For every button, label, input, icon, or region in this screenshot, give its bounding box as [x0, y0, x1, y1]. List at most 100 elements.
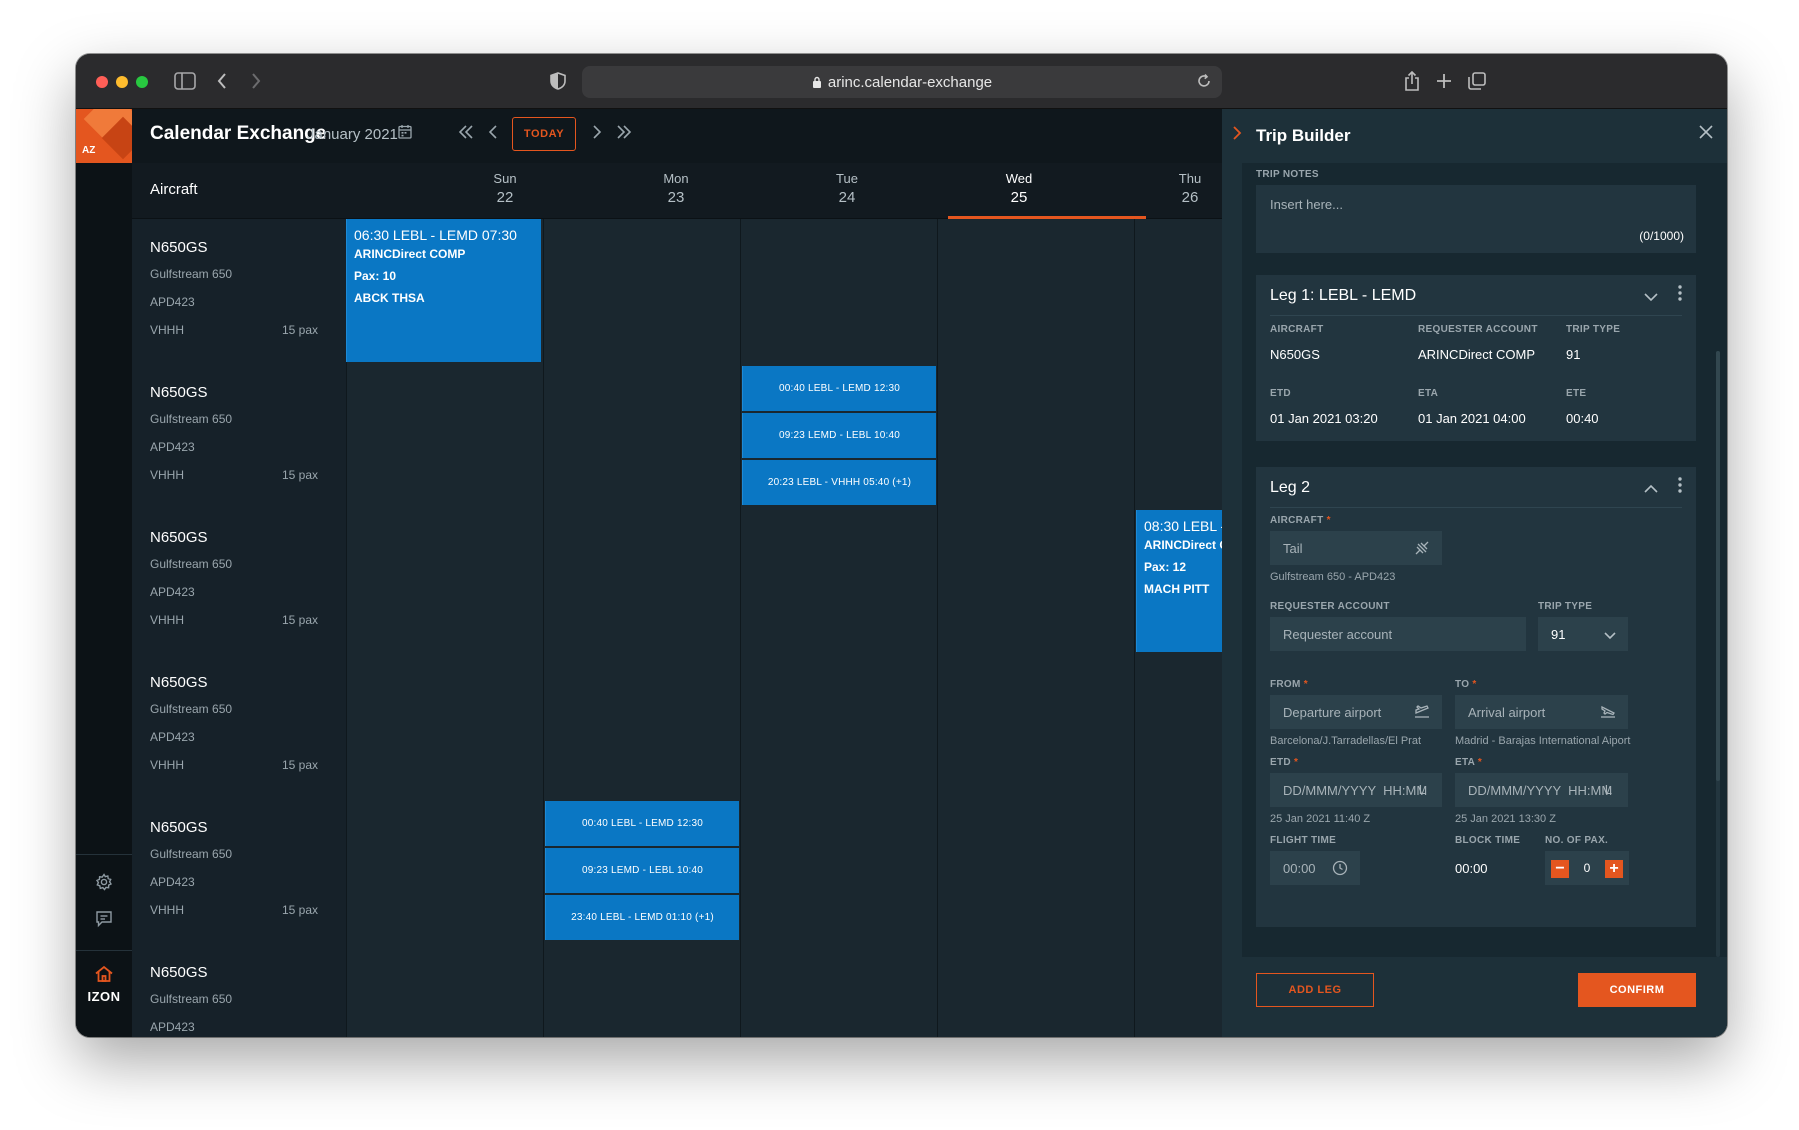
settings-gear-icon[interactable] [92, 870, 116, 894]
aircraft-info[interactable]: N650GS Gulfstream 650 APD423 VHHH 15 pax [132, 509, 346, 654]
forward-icon[interactable] [250, 70, 262, 92]
reload-icon[interactable] [1196, 73, 1212, 93]
departure-airport-input[interactable]: Departure airport [1270, 695, 1442, 729]
share-icon[interactable] [1404, 70, 1420, 92]
panel-scrollbar[interactable] [1716, 351, 1720, 957]
day-cell[interactable] [346, 944, 543, 1037]
day-cell[interactable] [346, 509, 543, 654]
privacy-shield-icon[interactable] [550, 70, 566, 92]
day-cell[interactable] [346, 654, 543, 799]
day-cell[interactable] [543, 509, 740, 654]
day-cell[interactable] [346, 799, 543, 944]
aircraft-info[interactable]: N650GS Gulfstream 650 APD423 VHHH 15 pax [132, 219, 346, 364]
calendar-header: Calendar Exchange January 2021 TODAY [132, 109, 1302, 163]
arrival-airport-input[interactable]: Arrival airport [1455, 695, 1628, 729]
requester-account-input[interactable]: Requester account [1270, 617, 1526, 651]
day-header-row: Aircraft Sun 22 Mon 23 Tue 24 Wed 25 Thu 26 [132, 163, 1302, 219]
minimize-window-button[interactable] [116, 76, 128, 88]
trip-notes-input[interactable]: Insert here... (0/1000) [1256, 185, 1696, 253]
day-cell[interactable] [937, 944, 1134, 1037]
aircraft-helper: Gulfstream 650 - APD423 [1270, 571, 1396, 583]
sidebar-toggle-icon[interactable] [174, 70, 196, 92]
chat-message-icon[interactable] [92, 907, 116, 931]
aircraft-info[interactable]: N650GS Gulfstream 650 APD423 [132, 944, 346, 1037]
day-cell[interactable] [937, 654, 1134, 799]
current-month: January 2021 [307, 126, 398, 143]
pax-stepper: − 0 + [1545, 851, 1629, 885]
flight-event[interactable]: 09:23 LEMD - LEBL 10:40 [545, 848, 739, 893]
tail-input[interactable]: Tail [1270, 531, 1442, 565]
day-cell[interactable] [740, 799, 937, 944]
zoom-window-button[interactable] [136, 76, 148, 88]
landing-icon [1600, 704, 1616, 721]
next-icon[interactable] [592, 124, 602, 145]
trip-type-select[interactable]: 91 [1538, 617, 1628, 651]
back-icon[interactable] [216, 70, 228, 92]
eta-input[interactable]: DD/MMM/YYYY HH:MM L [1455, 773, 1628, 807]
close-icon[interactable] [1699, 125, 1713, 144]
home-icon[interactable] [94, 965, 114, 988]
calendar-icon[interactable] [398, 124, 412, 144]
chevron-down-icon [1604, 628, 1616, 643]
scrollbar-thumb[interactable] [1716, 351, 1720, 781]
new-tab-icon[interactable] [1436, 70, 1452, 92]
aircraft-info[interactable]: N650GS Gulfstream 650 APD423 VHHH 15 pax [132, 364, 346, 509]
day-cell[interactable] [937, 219, 1134, 364]
lock-icon [812, 76, 822, 88]
panel-footer: ADD LEG CONFIRM [1242, 957, 1727, 1037]
browser-window: arinc.calendar-exchange AZ IZON Calendar… [76, 54, 1727, 1037]
url-text: arinc.calendar-exchange [827, 73, 993, 91]
collapse-panel-icon[interactable] [1232, 125, 1242, 146]
day-cell[interactable] [937, 799, 1134, 944]
aircraft-info[interactable]: N650GS Gulfstream 650 APD423 VHHH 15 pax [132, 799, 346, 944]
flight-event[interactable]: 09:23 LEMD - LEBL 10:40 [742, 413, 936, 458]
chevron-up-icon[interactable] [1644, 481, 1658, 499]
flight-event[interactable]: 00:40 LEBL - LEMD 12:30 [742, 366, 936, 411]
confirm-button[interactable]: CONFIRM [1578, 973, 1696, 1007]
decrement-pax-button[interactable]: − [1551, 860, 1569, 878]
add-leg-button[interactable]: ADD LEG [1256, 973, 1374, 1007]
day-cell[interactable] [543, 219, 740, 364]
day-cell[interactable] [543, 944, 740, 1037]
day-cell[interactable] [543, 364, 740, 509]
flight-time-input[interactable]: 00:00 [1270, 851, 1360, 885]
more-vertical-icon[interactable] [1678, 477, 1682, 498]
flight-event[interactable]: 00:40 LEBL - LEMD 12:30 [545, 801, 739, 846]
leg-1-etd: 01 Jan 2021 03:20 [1270, 411, 1378, 426]
block-time-value: 00:00 [1455, 861, 1488, 876]
day-cell[interactable] [346, 364, 543, 509]
etd-input[interactable]: DD/MMM/YYYY HH:MM L [1270, 773, 1442, 807]
notes-char-count: (0/1000) [1639, 229, 1684, 243]
prev-icon[interactable] [488, 124, 498, 145]
trip-event[interactable]: 06:30 LEBL - LEMD 07:30 ARINCDirect COMP… [346, 219, 541, 362]
day-cell[interactable] [740, 944, 937, 1037]
trip-notes-label: TRIP NOTES [1256, 169, 1319, 180]
more-vertical-icon[interactable] [1678, 285, 1682, 306]
next-next-icon[interactable] [616, 124, 632, 145]
flight-event[interactable]: 23:40 LEBL - LEMD 01:10 (+1) [545, 895, 739, 940]
day-cell[interactable] [740, 219, 937, 364]
leg-2-title: Leg 2 [1270, 479, 1311, 496]
day-cell[interactable] [740, 509, 937, 654]
arrival-airport-helper: Madrid - Barajas International Aiport [1455, 735, 1631, 747]
day-cell[interactable] [543, 654, 740, 799]
address-bar[interactable]: arinc.calendar-exchange [582, 66, 1222, 98]
day-cell[interactable] [937, 509, 1134, 654]
day-cell[interactable] [937, 364, 1134, 509]
day-cell[interactable] [740, 654, 937, 799]
aircraft-info[interactable]: N650GS Gulfstream 650 APD423 VHHH 15 pax [132, 654, 346, 799]
panel-title: Trip Builder [1256, 126, 1351, 145]
prev-prev-icon[interactable] [458, 124, 474, 145]
today-button[interactable]: TODAY [512, 117, 576, 151]
close-window-button[interactable] [96, 76, 108, 88]
brand-block[interactable]: IZON [76, 950, 132, 1037]
app-logo[interactable]: AZ [76, 109, 132, 163]
increment-pax-button[interactable]: + [1605, 860, 1623, 878]
tab-overview-icon[interactable] [1468, 70, 1486, 92]
chevron-down-icon[interactable] [1644, 289, 1658, 307]
clock-icon [1332, 860, 1348, 879]
aircraft-row: N650GS Gulfstream 650 APD423 VHHH 15 pax… [132, 509, 1302, 654]
departure-airport-helper: Barcelona/J.Tarradellas/El Prat [1270, 735, 1422, 747]
flight-event[interactable]: 20:23 LEBL - VHHH 05:40 (+1) [742, 460, 936, 505]
leg-1-trip-type: 91 [1566, 347, 1581, 362]
